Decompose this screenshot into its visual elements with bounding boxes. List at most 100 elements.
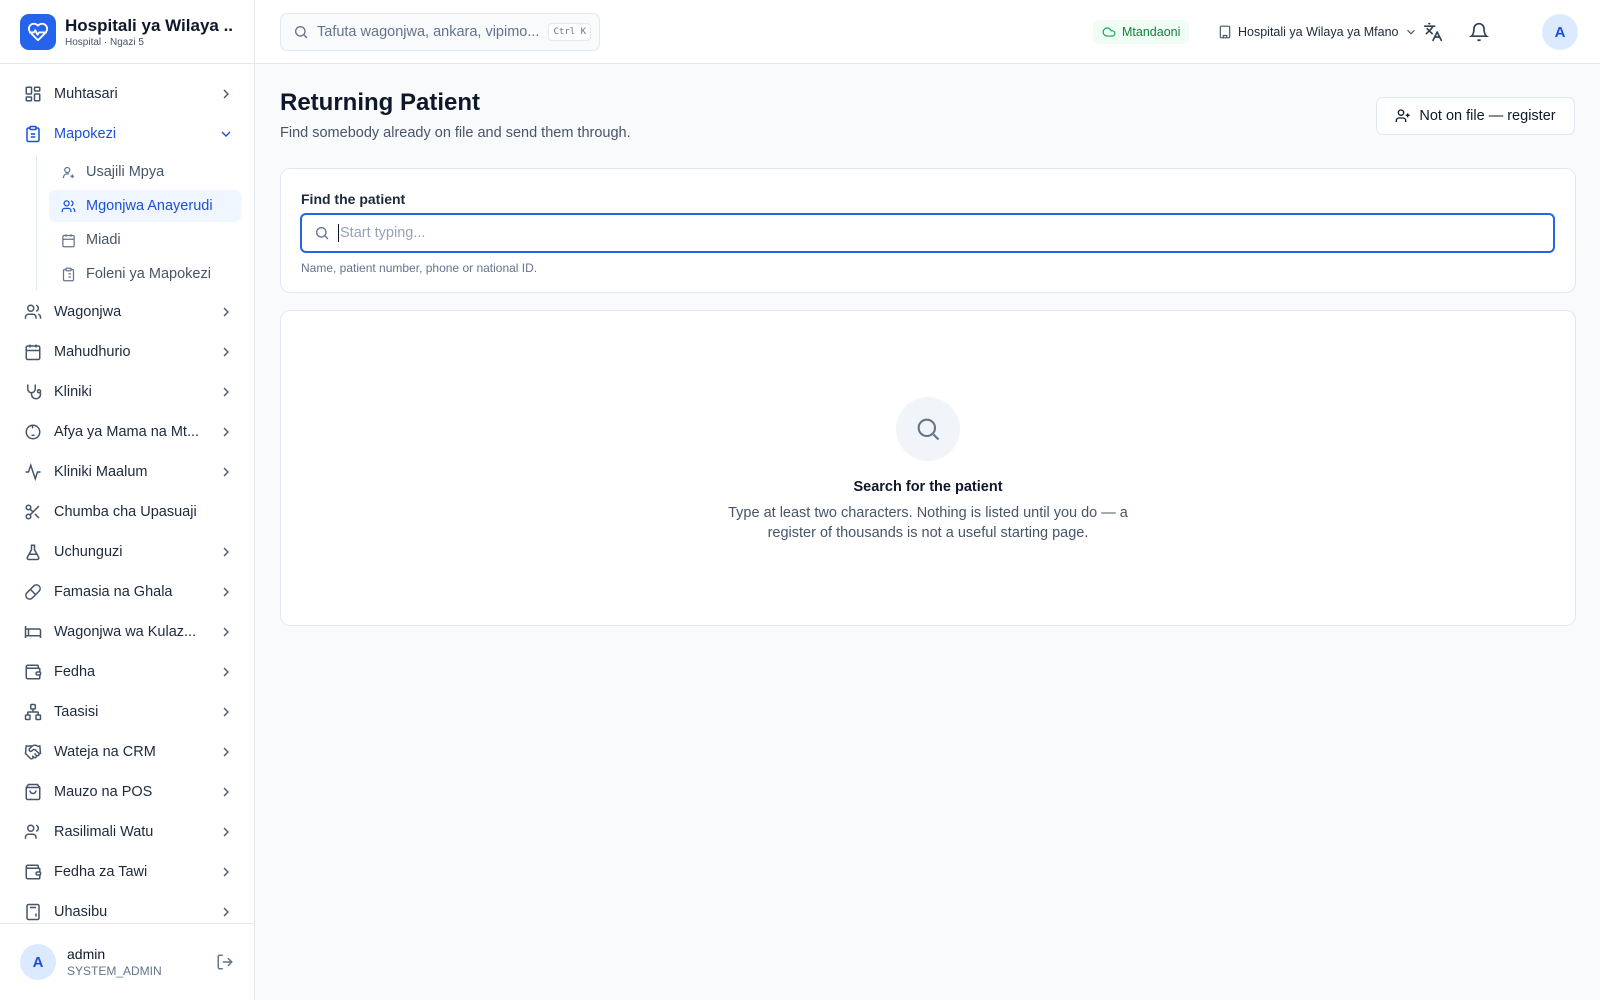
sidebar-item-label: Wagonjwa wa Kulaz... (54, 624, 197, 640)
calculator-icon (24, 903, 42, 921)
find-patient-input[interactable] (338, 224, 1553, 242)
shopping-bag-icon (24, 783, 42, 801)
user-icon (24, 823, 42, 841)
sidebar-item-label: Wagonjwa (54, 304, 122, 320)
register-new-patient-button[interactable]: Not on file — register (1376, 97, 1575, 135)
sidebar-item-uhasibu[interactable]: Uhasibu (0, 892, 254, 924)
sidebar-item-famasia[interactable]: Famasia na Ghala (0, 572, 254, 612)
find-patient-label: Find the patient (301, 191, 406, 207)
sidebar-subitem-label: Mgonjwa Anayerudi (86, 198, 213, 214)
sidebar-item-kliniki[interactable]: Kliniki (0, 372, 254, 412)
empty-state-title: Search for the patient (853, 479, 1003, 495)
search-icon (896, 397, 960, 461)
avatar[interactable]: A (1542, 14, 1578, 50)
search-icon (314, 225, 330, 241)
brand-header[interactable]: Hospitali ya Wilaya ... Hospital · Ngazi… (0, 0, 254, 64)
sidebar-subitem-label: Foleni ya Mapokezi (86, 266, 211, 282)
sidebar-item-wateja-crm[interactable]: Wateja na CRM (0, 732, 254, 772)
top-bar: Tafuta wagonjwa, ankara, vipimo... Ctrl … (255, 0, 1600, 64)
chevron-right-icon (218, 784, 234, 800)
register-button-label: Not on file — register (1419, 108, 1556, 124)
language-icon[interactable] (1423, 22, 1443, 42)
bell-icon[interactable] (1469, 22, 1489, 42)
find-patient-hint: Name, patient number, phone or national … (301, 261, 538, 275)
sidebar-item-afya-mama[interactable]: Afya ya Mama na Mt... (0, 412, 254, 452)
wallet-icon (24, 863, 42, 881)
chevron-right-icon (218, 86, 234, 102)
sidebar: Hospitali ya Wilaya ... Hospital · Ngazi… (0, 0, 255, 1000)
user-plus-icon (61, 165, 76, 180)
users-icon (24, 303, 42, 321)
sidebar-subitem-miadi[interactable]: Miadi (49, 224, 241, 256)
status-text: Mtandaoni (1122, 25, 1181, 39)
sidebar-subitem-foleni[interactable]: Foleni ya Mapokezi (49, 258, 241, 290)
bed-icon (24, 623, 42, 641)
handshake-icon (24, 743, 42, 761)
logout-icon[interactable] (216, 953, 234, 971)
user-profile: A admin SYSTEM_ADMIN (0, 923, 254, 1000)
sidebar-item-label: Muhtasari (54, 86, 118, 102)
sidebar-item-label: Famasia na Ghala (54, 584, 173, 600)
clipboard-list-icon (61, 267, 76, 282)
submenu-mapokezi: Usajili Mpya Mgonjwa Anayerudi Miadi Fol… (36, 156, 254, 290)
sidebar-item-fedha-tawi[interactable]: Fedha za Tawi (0, 852, 254, 892)
sidebar-item-label: Mahudhurio (54, 344, 131, 360)
dashboard-icon (24, 85, 42, 103)
sidebar-item-kliniki-maalum[interactable]: Kliniki Maalum (0, 452, 254, 492)
stethoscope-icon (24, 383, 42, 401)
keyboard-shortcut-badge: Ctrl K (548, 23, 591, 41)
sidebar-item-label: Wateja na CRM (54, 744, 156, 760)
sidebar-item-mahudhurio[interactable]: Mahudhurio (0, 332, 254, 372)
pill-icon (24, 583, 42, 601)
sidebar-item-mapokezi[interactable]: Mapokezi (0, 114, 254, 154)
chevron-right-icon (218, 544, 234, 560)
sidebar-item-mauzo-pos[interactable]: Mauzo na POS (0, 772, 254, 812)
sidebar-subitem-usajili-mpya[interactable]: Usajili Mpya (49, 156, 241, 188)
empty-state-description: Type at least two characters. Nothing is… (728, 505, 1128, 541)
status-badge: Mtandaoni (1093, 20, 1190, 44)
flask-icon (24, 543, 42, 561)
sidebar-item-uchunguzi[interactable]: Uchunguzi (0, 532, 254, 572)
page-title: Returning Patient (280, 89, 481, 116)
clipboard-icon (24, 125, 42, 143)
chevron-right-icon (218, 304, 234, 320)
chevron-right-icon (218, 424, 234, 440)
chevron-right-icon (218, 584, 234, 600)
sidebar-item-muhtasari[interactable]: Muhtasari (0, 74, 254, 114)
chevron-right-icon (218, 384, 234, 400)
main-content: Returning Patient Find somebody already … (255, 64, 1600, 1000)
user-role: SYSTEM_ADMIN (67, 964, 162, 978)
sidebar-item-wagonjwa-kulazwa[interactable]: Wagonjwa wa Kulaz... (0, 612, 254, 652)
sidebar-item-label: Rasilimali Watu (54, 824, 154, 840)
sidebar-item-label: Kliniki (54, 384, 92, 400)
facility-selector[interactable]: Hospitali ya Wilaya ya Mfano (1218, 20, 1418, 44)
find-patient-field[interactable] (300, 213, 1555, 253)
wallet-icon (24, 663, 42, 681)
chevron-down-icon (1404, 25, 1418, 39)
chevron-right-icon (218, 664, 234, 680)
facility-name: Hospitali ya Wilaya ya Mfano (1238, 25, 1399, 39)
brand-subtitle: Hospital · Ngazi 5 (65, 36, 144, 48)
find-patient-card: Find the patient Name, patient number, p… (280, 168, 1576, 293)
sidebar-item-taasisi[interactable]: Taasisi (0, 692, 254, 732)
chevron-down-icon (218, 126, 234, 142)
sidebar-subitem-mgonjwa-anayerudi[interactable]: Mgonjwa Anayerudi (49, 190, 241, 222)
sidebar-item-label: Kliniki Maalum (54, 464, 148, 480)
global-search-input[interactable]: Tafuta wagonjwa, ankara, vipimo... Ctrl … (280, 13, 600, 51)
sidebar-item-rasilimali-watu[interactable]: Rasilimali Watu (0, 812, 254, 852)
scissors-icon (24, 503, 42, 521)
sidebar-item-wagonjwa[interactable]: Wagonjwa (0, 292, 254, 332)
sidebar-subitem-label: Usajili Mpya (86, 164, 165, 180)
sidebar-item-chumba-upasuaji[interactable]: Chumba cha Upasuaji (0, 492, 254, 532)
search-icon (293, 24, 309, 40)
chevron-right-icon (218, 344, 234, 360)
cloud-icon (1102, 25, 1116, 39)
avatar[interactable]: A (20, 944, 56, 980)
chevron-right-icon (218, 744, 234, 760)
chevron-right-icon (218, 464, 234, 480)
chevron-right-icon (218, 904, 234, 920)
chevron-right-icon (218, 864, 234, 880)
activity-icon (24, 463, 42, 481)
sidebar-item-fedha[interactable]: Fedha (0, 652, 254, 692)
chevron-right-icon (218, 824, 234, 840)
